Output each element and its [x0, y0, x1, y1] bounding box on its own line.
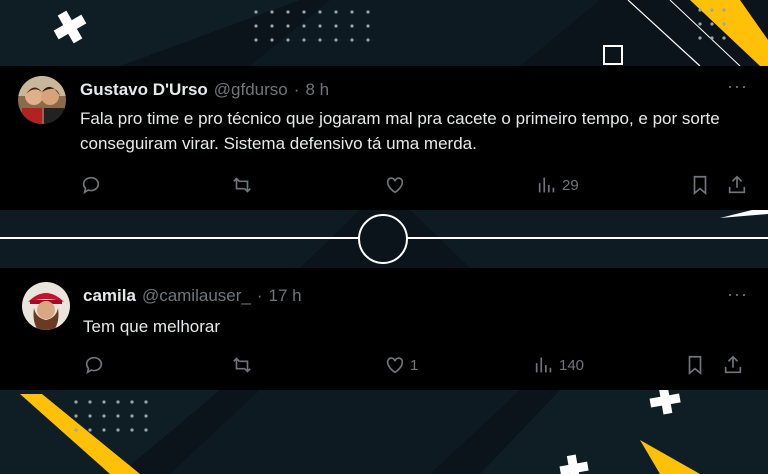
- bookmark-icon: [688, 355, 702, 376]
- tweet-actions: 1 140: [0, 354, 768, 378]
- tweet-text: Tem que melhorar: [83, 317, 221, 336]
- tweet-header: camila @camilauser_ · 17 h: [83, 286, 302, 306]
- avatar[interactable]: [22, 282, 70, 330]
- like-icon: [386, 357, 404, 374]
- like-count: 1: [410, 356, 419, 374]
- timestamp[interactable]: 17 h: [269, 286, 302, 306]
- view-count: 140: [559, 356, 585, 374]
- bookmark-button[interactable]: [684, 354, 706, 376]
- retweet-icon: [233, 177, 251, 193]
- more-icon[interactable]: ···: [727, 76, 748, 97]
- like-button[interactable]: [384, 174, 410, 196]
- divider-circle: [358, 214, 408, 264]
- author-name[interactable]: Gustavo D'Urso: [80, 80, 208, 100]
- reply-button[interactable]: [80, 174, 102, 196]
- separator-dot: ·: [256, 286, 263, 305]
- tweet-actions: 29: [0, 174, 768, 198]
- views-button[interactable]: 29: [536, 174, 579, 196]
- tweet-header: Gustavo D'Urso @gfdurso · 8 h: [80, 80, 329, 100]
- views-button[interactable]: 140: [533, 354, 584, 376]
- author-name[interactable]: camila: [83, 286, 136, 306]
- views-icon: [538, 177, 555, 193]
- timestamp[interactable]: 8 h: [305, 80, 329, 100]
- author-handle[interactable]: @camilauser_: [142, 286, 251, 306]
- like-button[interactable]: 1: [384, 354, 418, 376]
- reply-icon: [82, 176, 100, 195]
- bookmark-button[interactable]: [689, 174, 711, 196]
- share-icon: [724, 355, 742, 374]
- retweet-button[interactable]: [231, 354, 253, 376]
- share-button[interactable]: [722, 354, 744, 376]
- tweet-card[interactable]: camila @camilauser_ · 17 h ··· Tem que m…: [0, 268, 768, 390]
- more-icon[interactable]: ···: [727, 284, 748, 305]
- views-icon: [535, 357, 552, 373]
- share-icon: [728, 175, 746, 194]
- avatar[interactable]: [18, 76, 66, 124]
- author-handle[interactable]: @gfdurso: [214, 80, 288, 100]
- tweet-card[interactable]: Gustavo D'Urso @gfdurso · 8 h ··· Fala p…: [0, 66, 768, 210]
- tweet-text: Fala pro time e pro técnico que jogaram …: [80, 109, 720, 153]
- avatar-image: [22, 282, 70, 330]
- share-button[interactable]: [726, 174, 748, 196]
- retweet-button[interactable]: [231, 174, 253, 196]
- like-icon: [386, 177, 404, 194]
- view-count: 29: [562, 176, 579, 194]
- reply-icon: [85, 356, 103, 375]
- bookmark-icon: [693, 175, 707, 196]
- avatar-image: [18, 76, 66, 124]
- separator-dot: ·: [293, 80, 300, 99]
- retweet-icon: [233, 357, 251, 373]
- reply-button[interactable]: [83, 354, 105, 376]
